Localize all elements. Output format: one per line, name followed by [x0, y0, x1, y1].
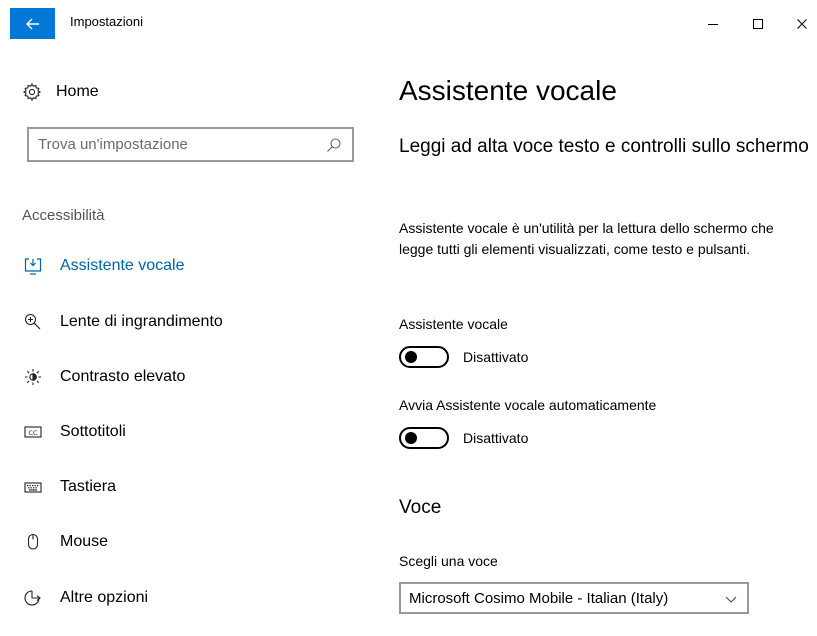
section-subheading: Leggi ad alta voce testo e controlli sul…: [399, 136, 809, 157]
search-input[interactable]: [29, 129, 352, 160]
sidebar-item-label: Sottotitoli: [60, 423, 126, 440]
sidebar-item-label: Contrasto elevato: [60, 368, 186, 385]
maximize-button[interactable]: [738, 8, 778, 40]
search-box[interactable]: [27, 127, 354, 162]
voice-select-label: Scegli una voce: [399, 553, 498, 569]
gear-icon: [22, 82, 42, 102]
toggle-state-text: Disattivato: [463, 349, 529, 365]
title-bar: Impostazioni: [0, 0, 817, 46]
search-icon[interactable]: [326, 137, 342, 153]
toggle-knob: [405, 351, 417, 363]
nav-home[interactable]: Home: [22, 80, 99, 104]
window-title: Impostazioni: [70, 14, 143, 29]
brightness-icon: [25, 369, 41, 385]
auto-start-toggle[interactable]: Disattivato: [399, 427, 528, 449]
close-icon: [797, 19, 807, 29]
sidebar-item-high-contrast[interactable]: Contrasto elevato: [22, 364, 185, 390]
auto-start-setting-label: Avvia Assistente vocale automaticamente: [399, 397, 657, 413]
sidebar-item-label: Tastiera: [60, 478, 117, 495]
more-options-icon: [24, 590, 41, 606]
keyboard-icon: [24, 482, 42, 493]
back-arrow-icon: [25, 18, 39, 29]
close-button[interactable]: [782, 8, 817, 40]
minimize-icon: [708, 24, 718, 25]
description-text: Assistente vocale è un'utilità per la le…: [399, 220, 774, 257]
nav-home-label: Home: [56, 83, 99, 100]
mouse-icon: [27, 533, 39, 550]
toggle-switch[interactable]: [399, 427, 449, 449]
sidebar-item-magnifier[interactable]: Lente di ingrandimento: [22, 309, 223, 335]
section-label-accessibility: Accessibilità: [22, 207, 105, 224]
narrator-setting-label: Assistente vocale: [399, 316, 508, 332]
svg-text:CC: CC: [28, 429, 38, 437]
magnifier-icon: [24, 313, 41, 330]
toggle-switch[interactable]: [399, 346, 449, 368]
narrator-toggle[interactable]: Disattivato: [399, 346, 528, 368]
toggle-state-text: Disattivato: [463, 430, 529, 446]
closed-captions-icon: CC: [24, 426, 42, 438]
sidebar-item-label: Assistente vocale: [60, 257, 185, 274]
minimize-button[interactable]: [693, 8, 733, 40]
voice-select[interactable]: Microsoft Cosimo Mobile - Italian (Italy…: [399, 582, 749, 614]
back-button[interactable]: [10, 8, 55, 39]
sidebar-item-captions[interactable]: CC Sottotitoli: [22, 419, 126, 445]
sidebar-item-keyboard[interactable]: Tastiera: [22, 474, 116, 500]
toggle-knob: [405, 432, 417, 444]
maximize-icon: [753, 19, 763, 29]
voice-select-value: Microsoft Cosimo Mobile - Italian (Italy…: [409, 589, 669, 607]
sidebar-item-narrator[interactable]: Assistente vocale: [22, 253, 185, 279]
narrator-icon: [24, 258, 42, 275]
sidebar-item-label: Mouse: [60, 533, 109, 550]
voice-section-heading: Voce: [399, 497, 442, 518]
sidebar-item-other-options[interactable]: Altre opzioni: [22, 585, 148, 611]
page-title: Assistente vocale: [399, 75, 617, 106]
chevron-down-icon: [725, 596, 737, 603]
sidebar-item-label: Altre opzioni: [60, 589, 149, 606]
sidebar-item-label: Lente di ingrandimento: [60, 313, 223, 330]
sidebar-item-mouse[interactable]: Mouse: [22, 529, 108, 555]
